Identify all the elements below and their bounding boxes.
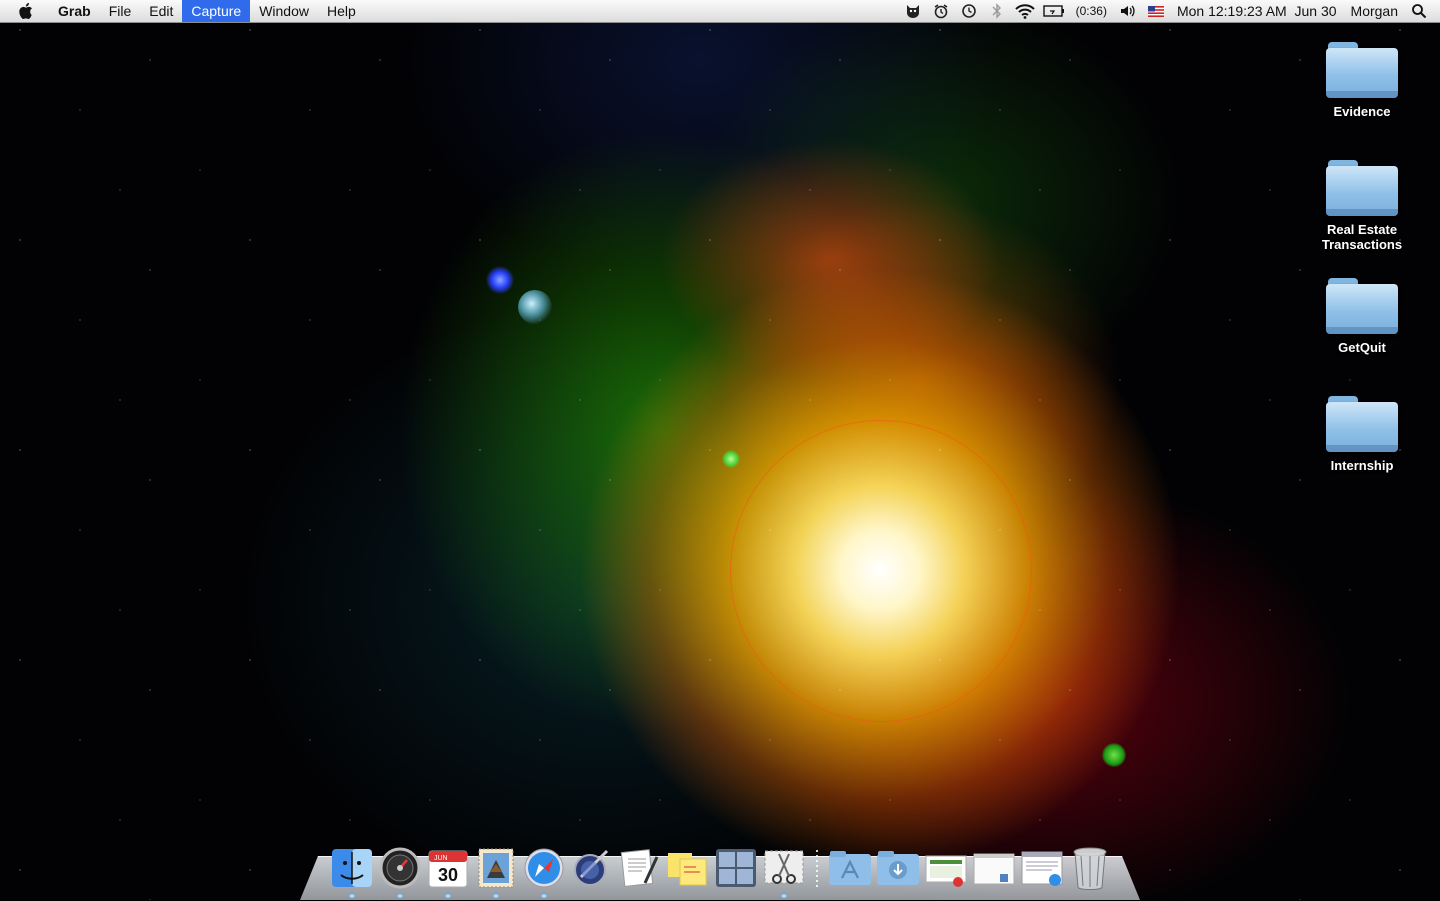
green-orb-bottom [1102, 743, 1126, 767]
grab-scissors-icon [764, 850, 804, 884]
apple-menu-icon[interactable] [14, 0, 40, 22]
menu-extras: (0:36) Mon 12:19:23 AM Jun 30 Morgan [899, 0, 1440, 22]
user-menu[interactable]: Morgan [1344, 3, 1405, 19]
input-source-flag-icon[interactable] [1145, 0, 1167, 22]
battery-time[interactable]: (0:36) [1069, 4, 1114, 18]
clock-date: Jun 30 [1294, 3, 1337, 19]
folder-label: Internship [1330, 458, 1394, 473]
dock-finder[interactable] [330, 846, 374, 898]
dock-separator [816, 850, 818, 890]
running-indicator [445, 894, 451, 898]
growl-icon[interactable] [902, 0, 924, 22]
menu-edit[interactable]: Edit [140, 0, 182, 22]
desktop-folder-real-estate[interactable]: Real Estate Transactions [1296, 160, 1428, 252]
running-indicator [541, 894, 547, 898]
dock-preview[interactable] [570, 846, 614, 890]
dock: JUN 30 [300, 842, 1140, 900]
bluetooth-icon[interactable] [986, 0, 1008, 22]
dock-ical[interactable]: JUN 30 [426, 846, 470, 898]
dock-stack-applications[interactable] [828, 846, 872, 890]
dock-stack-screenshots[interactable] [972, 846, 1016, 890]
screenshots-stack-icon [973, 853, 1015, 885]
blue-orb [486, 266, 514, 294]
web-stack-icon [1021, 851, 1063, 886]
running-indicator [493, 894, 499, 898]
safari-compass-icon [524, 848, 564, 888]
preview-icon [574, 849, 609, 886]
folder-label: GetQuit [1338, 340, 1386, 355]
dock-safari[interactable] [522, 846, 566, 898]
desktop-folder-internship[interactable]: Internship [1296, 396, 1428, 473]
folder-label: Evidence [1333, 104, 1391, 119]
calendar-icon: JUN 30 [428, 850, 468, 888]
menu-bar: Grab File Edit Capture Window Help (0:36… [0, 0, 1440, 23]
finder-icon [332, 849, 372, 887]
dock-stack-downloads[interactable] [876, 846, 920, 890]
menu-clock[interactable]: Mon 12:19:23 AM Jun 30 [1170, 3, 1344, 19]
desktop-wallpaper [0, 0, 1440, 900]
wifi-icon[interactable] [1014, 0, 1036, 22]
folder-icon [1326, 278, 1398, 334]
folder-icon [1326, 42, 1398, 98]
folder-icon [1326, 160, 1398, 216]
lens-flare-ring [730, 420, 1032, 722]
trash-icon [1073, 847, 1107, 890]
calendar-day: 30 [438, 865, 458, 885]
alarm-clock-icon[interactable] [930, 0, 952, 22]
folder-label: Real Estate Transactions [1321, 222, 1403, 252]
desktop-folder-getquit[interactable]: GetQuit [1296, 278, 1428, 355]
applications-folder-icon [829, 851, 871, 885]
dock-textedit[interactable] [618, 846, 662, 890]
dock-stack-web[interactable] [1020, 846, 1064, 890]
menu-help[interactable]: Help [318, 0, 365, 22]
dock-spaces[interactable] [714, 846, 758, 890]
documents-stack-icon [925, 855, 967, 887]
dock-stickies[interactable] [666, 846, 710, 890]
teal-orb [518, 290, 552, 324]
textedit-icon [620, 849, 659, 887]
running-indicator [781, 894, 787, 898]
stickies-icon [668, 853, 707, 886]
volume-icon[interactable] [1117, 0, 1139, 22]
calendar-month: JUN [434, 855, 448, 862]
folder-icon [1326, 396, 1398, 452]
running-indicator [349, 894, 355, 898]
dock-dashboard[interactable] [378, 846, 422, 898]
desktop-folder-evidence[interactable]: Evidence [1296, 42, 1428, 119]
spaces-icon [716, 849, 756, 887]
dashboard-gauge-icon [379, 847, 421, 889]
dock-icons: JUN 30 [328, 842, 1114, 898]
dock-mail[interactable] [474, 846, 518, 898]
time-machine-icon[interactable] [958, 0, 980, 22]
menu-window[interactable]: Window [250, 0, 318, 22]
clock-time: Mon 12:19:23 AM [1176, 3, 1287, 19]
running-indicator [397, 894, 403, 898]
starfield [0, 0, 1440, 900]
menu-file[interactable]: File [100, 0, 141, 22]
downloads-folder-icon [877, 851, 919, 885]
dock-grab[interactable] [762, 846, 806, 898]
dock-stack-documents[interactable] [924, 846, 968, 890]
spotlight-search-icon[interactable] [1408, 0, 1430, 22]
green-orb [722, 450, 740, 468]
app-menu-grab[interactable]: Grab [48, 0, 100, 22]
menu-left: Grab File Edit Capture Window Help [0, 0, 365, 22]
dock-trash[interactable] [1068, 846, 1112, 890]
menu-capture[interactable]: Capture [182, 0, 251, 22]
mail-stamp-icon [478, 848, 514, 888]
battery-icon[interactable] [1042, 0, 1066, 22]
